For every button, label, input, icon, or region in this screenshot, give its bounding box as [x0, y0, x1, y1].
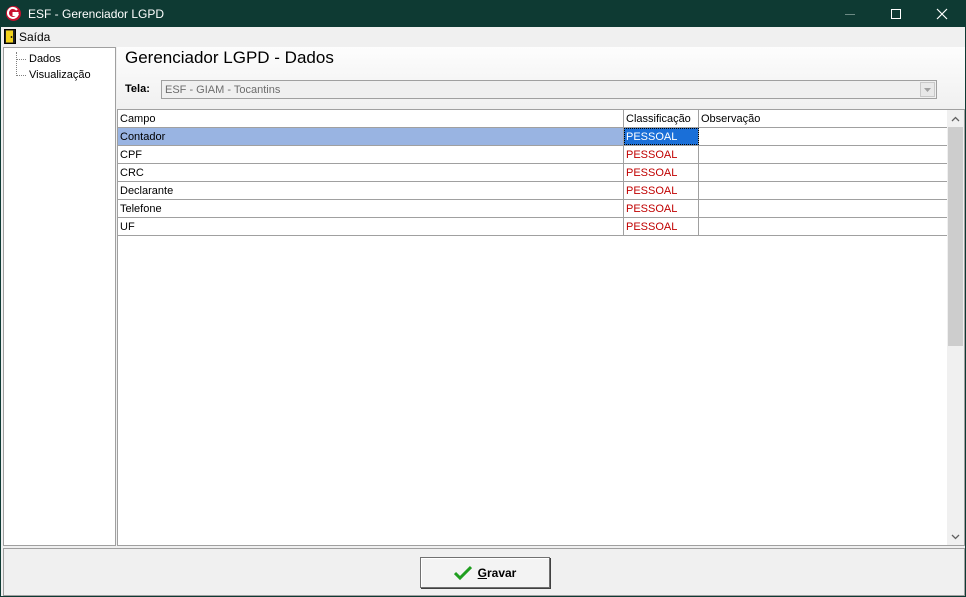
cell-classificacao[interactable]: PESSOAL	[624, 218, 699, 235]
column-header-classificacao[interactable]: Classificação	[624, 110, 699, 128]
minimize-icon	[845, 13, 855, 15]
close-icon	[936, 8, 948, 20]
scroll-up-button[interactable]	[947, 110, 964, 127]
save-button[interactable]: Gravar	[420, 557, 550, 588]
minimize-button[interactable]	[827, 1, 873, 27]
scroll-down-button[interactable]	[947, 528, 964, 545]
cell-campo[interactable]: Telefone	[118, 200, 624, 217]
window-title: ESF - Gerenciador LGPD	[28, 7, 165, 21]
tela-label: Tela:	[125, 83, 150, 95]
table-row[interactable]: CRC PESSOAL	[118, 164, 948, 182]
cell-campo[interactable]: CPF	[118, 146, 624, 163]
table-row[interactable]: CPF PESSOAL	[118, 146, 948, 164]
maximize-button[interactable]	[873, 1, 919, 27]
chevron-down-icon[interactable]	[920, 82, 935, 97]
cell-campo[interactable]: UF	[118, 218, 624, 235]
page-title: Gerenciador LGPD - Dados	[125, 48, 334, 67]
chevron-up-icon	[951, 116, 960, 121]
checkmark-icon	[453, 565, 472, 580]
cell-observacao[interactable]	[699, 182, 948, 199]
exit-door-icon	[4, 29, 16, 44]
close-button[interactable]	[919, 1, 965, 27]
cell-campo[interactable]: CRC	[118, 164, 624, 181]
cell-classificacao[interactable]: PESSOAL	[624, 146, 699, 163]
column-header-campo[interactable]: Campo	[118, 110, 624, 128]
tree-item-label: Dados	[29, 53, 61, 65]
table-row[interactable]: Contador PESSOAL	[118, 128, 948, 146]
cell-observacao[interactable]	[699, 128, 948, 145]
cell-observacao[interactable]	[699, 200, 948, 217]
maximize-icon	[891, 9, 901, 19]
tree-branch-line	[16, 74, 26, 76]
menu-exit[interactable]: Saída	[4, 28, 50, 45]
cell-classificacao[interactable]: PESSOAL	[624, 200, 699, 217]
cell-observacao[interactable]	[699, 218, 948, 235]
cell-observacao[interactable]	[699, 164, 948, 181]
cell-classificacao[interactable]: PESSOAL	[624, 128, 699, 145]
cell-campo[interactable]: Declarante	[118, 182, 624, 199]
cell-campo[interactable]: Contador	[118, 128, 624, 145]
tree-item-label: Visualização	[29, 69, 91, 81]
tree-item-dados[interactable]: Dados	[4, 51, 61, 67]
grid-header: Campo Classificação Observação	[118, 110, 948, 128]
app-logo-icon	[6, 6, 21, 21]
chevron-down-icon	[951, 534, 960, 539]
column-header-observacao[interactable]: Observação	[699, 110, 948, 128]
data-grid[interactable]: Campo Classificação Observação Contador …	[117, 109, 965, 546]
title-bar[interactable]: ESF - Gerenciador LGPD	[1, 1, 965, 27]
vertical-scrollbar[interactable]	[947, 110, 964, 545]
scrollbar-thumb[interactable]	[948, 127, 963, 346]
cell-observacao[interactable]	[699, 146, 948, 163]
cell-classificacao[interactable]: PESSOAL	[624, 164, 699, 181]
table-row[interactable]: UF PESSOAL	[118, 218, 948, 236]
app-window: ESF - Gerenciador LGPD Saída Dados Visua…	[0, 0, 966, 597]
main-header-panel: Gerenciador LGPD - Dados Tela: ESF - GIA…	[117, 47, 965, 109]
tela-select-value: ESF - GIAM - Tocantins	[165, 83, 281, 96]
table-row[interactable]: Declarante PESSOAL	[118, 182, 948, 200]
navigation-tree: Dados Visualização	[3, 47, 116, 546]
cell-classificacao[interactable]: PESSOAL	[624, 182, 699, 199]
tela-select[interactable]: ESF - GIAM - Tocantins	[161, 80, 937, 99]
table-row[interactable]: Telefone PESSOAL	[118, 200, 948, 218]
save-button-label: Gravar	[477, 565, 517, 580]
menu-exit-label: Saída	[19, 29, 51, 44]
footer-bar: Gravar	[3, 548, 965, 596]
tree-item-visualizacao[interactable]: Visualização	[4, 67, 91, 83]
menu-bar: Saída	[1, 27, 965, 46]
grid-body: Contador PESSOAL CPF PESSOAL CRC PESSOAL…	[118, 128, 948, 236]
tree-branch-line	[16, 58, 26, 60]
